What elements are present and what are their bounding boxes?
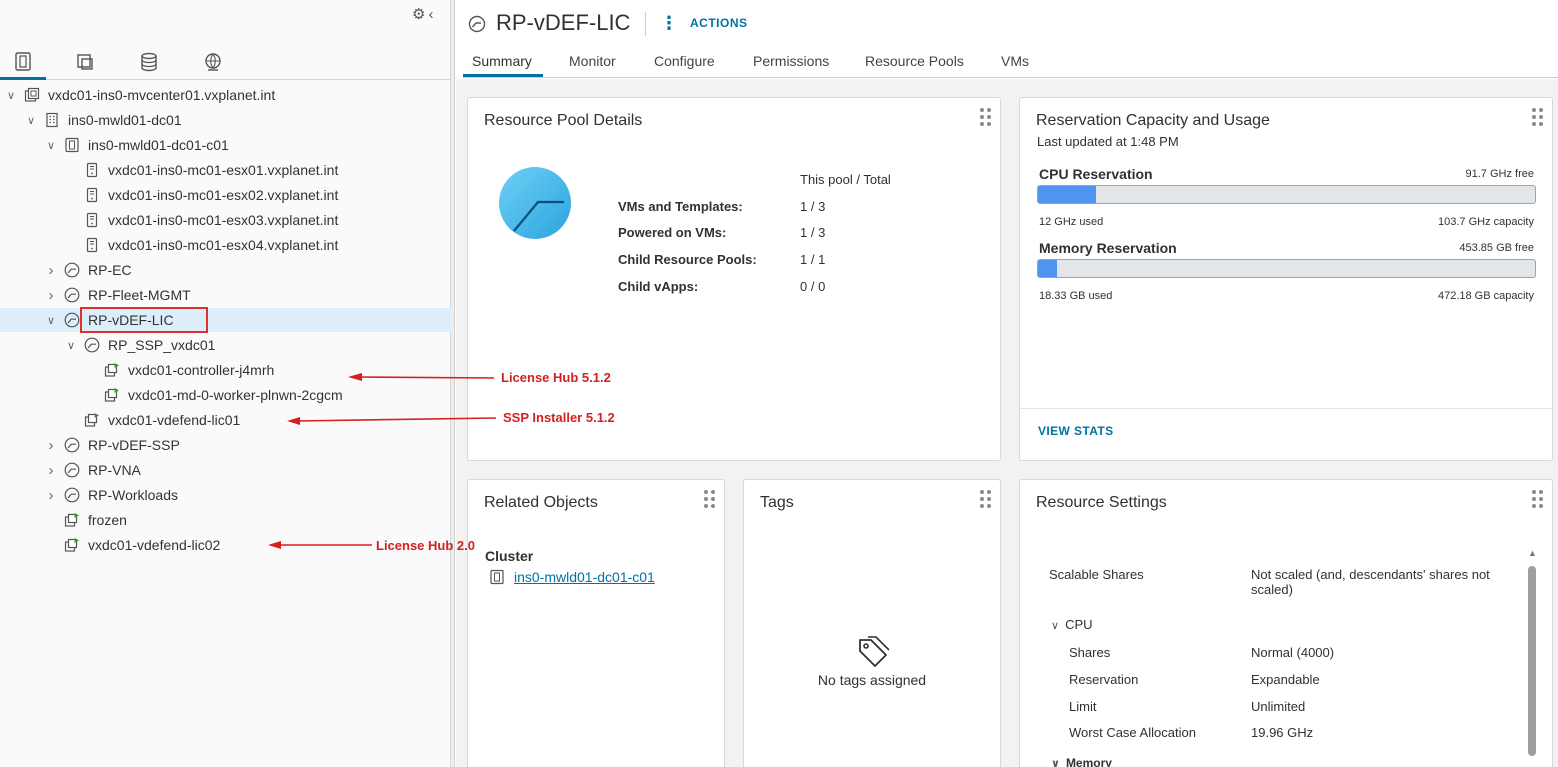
annotation-arrows xyxy=(268,373,497,549)
annotation-arrow-ssp-installer xyxy=(287,417,497,425)
annotation-arrow-license-hub-20 xyxy=(268,541,372,549)
annotation-ssp-installer: SSP Installer 5.1.2 xyxy=(503,410,615,425)
annotation-license-hub-20: License Hub 2.0 xyxy=(376,538,475,553)
annotation-arrow-license-hub-512 xyxy=(348,373,495,381)
annotation-license-hub-512: License Hub 5.1.2 xyxy=(501,370,611,385)
